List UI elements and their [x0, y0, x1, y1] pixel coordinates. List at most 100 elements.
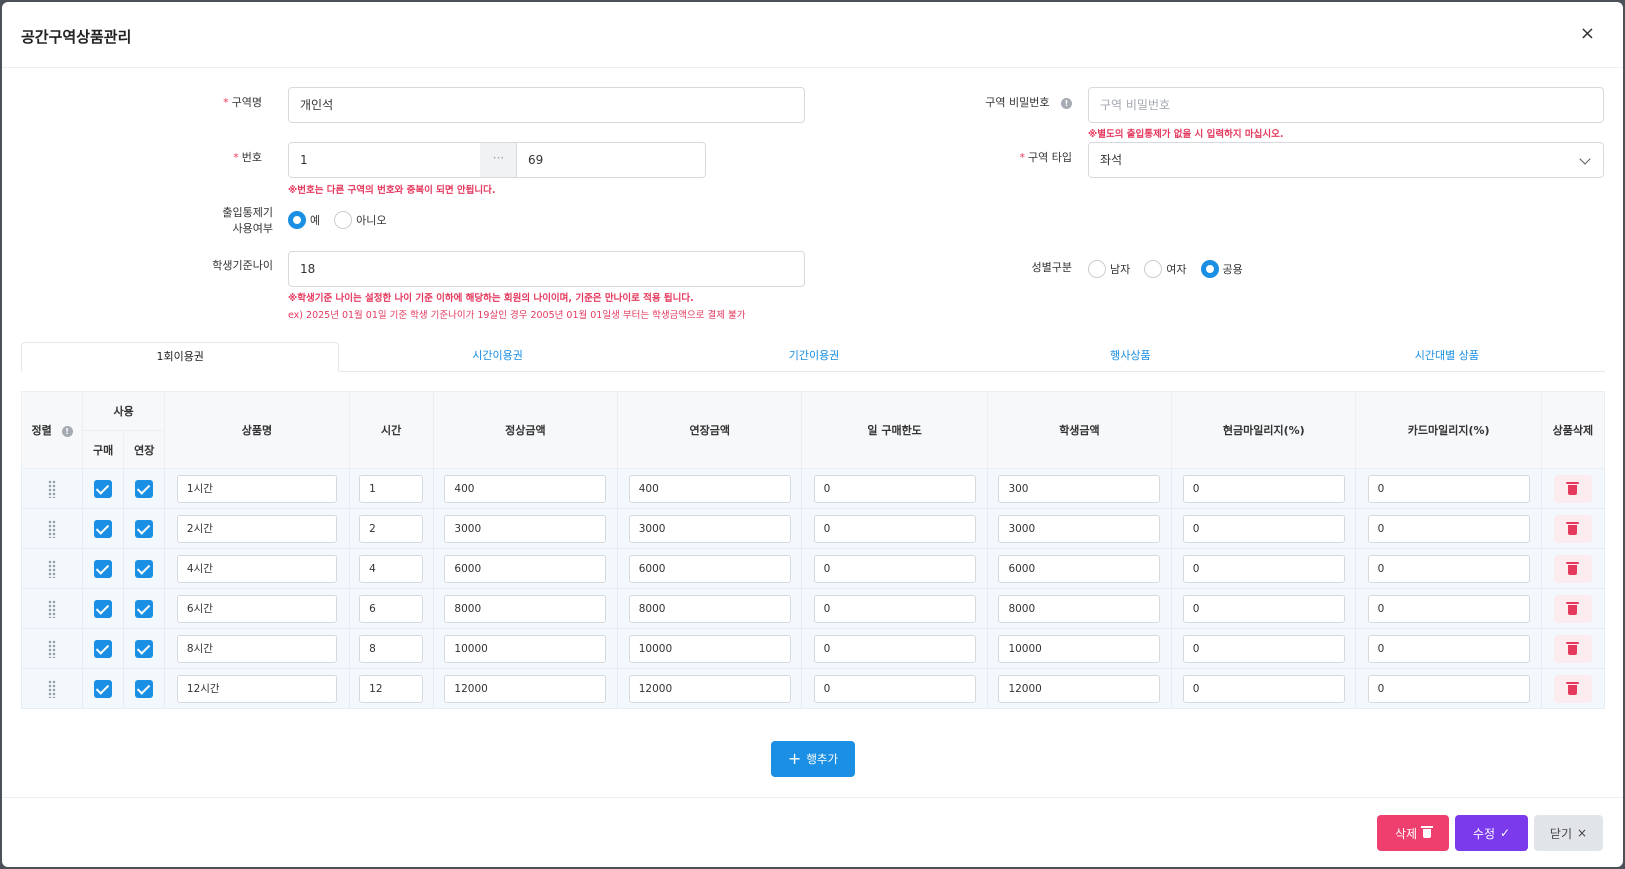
time-input[interactable]: 6	[359, 594, 424, 623]
daily-limit-input[interactable]: 0	[813, 634, 976, 663]
drag-handle-icon[interactable]	[48, 680, 57, 699]
card-mileage-input[interactable]: 0	[1367, 634, 1530, 663]
drag-handle-icon[interactable]	[48, 480, 57, 499]
time-input[interactable]: 4	[359, 554, 424, 583]
extend-price-input[interactable]: 12000	[628, 674, 791, 703]
card-mileage-input[interactable]: 0	[1367, 474, 1530, 503]
extend-checkbox[interactable]	[135, 560, 154, 579]
cash-mileage-input[interactable]: 0	[1182, 594, 1345, 623]
buy-checkbox[interactable]	[94, 520, 113, 539]
price-input[interactable]: 6000	[444, 554, 607, 583]
tab-event-product[interactable]: 행사상품	[972, 342, 1288, 371]
student-price-input[interactable]: 3000	[998, 514, 1161, 543]
zone-name-input[interactable]: 개인석	[288, 87, 805, 123]
extend-checkbox[interactable]	[135, 480, 154, 499]
price-input[interactable]: 8000	[444, 594, 607, 623]
card-mileage-input[interactable]: 0	[1367, 514, 1530, 543]
row-delete-button[interactable]	[1553, 554, 1592, 583]
price-input[interactable]: 12000	[444, 674, 607, 703]
name-input[interactable]: 8시간	[176, 634, 337, 663]
buy-checkbox[interactable]	[94, 560, 113, 579]
number-to-input[interactable]: 69	[516, 142, 706, 178]
daily-limit-input[interactable]: 0	[813, 474, 976, 503]
name-input[interactable]: 1시간	[176, 474, 337, 503]
cash-mileage-cell: 0	[1171, 668, 1357, 709]
number-from-input[interactable]: 1	[288, 142, 481, 178]
drag-handle-icon[interactable]	[48, 640, 57, 659]
daily-limit-input[interactable]: 0	[813, 514, 976, 543]
time-input[interactable]: 12	[359, 674, 424, 703]
extend-checkbox[interactable]	[135, 600, 154, 619]
price-input[interactable]: 400	[444, 474, 607, 503]
extend-price-input[interactable]: 10000	[628, 634, 791, 663]
gender-male-radio[interactable]	[1088, 260, 1106, 278]
name-cell: 12시간	[164, 668, 350, 709]
price-input[interactable]: 10000	[444, 634, 607, 663]
drag-handle-icon[interactable]	[48, 600, 57, 619]
extend-price-input[interactable]: 8000	[628, 594, 791, 623]
row-delete-button[interactable]	[1553, 674, 1592, 703]
cash-mileage-input[interactable]: 0	[1182, 634, 1345, 663]
tab-period-use[interactable]: 기간이용권	[656, 342, 972, 371]
buy-checkbox[interactable]	[94, 480, 113, 499]
student-price-input[interactable]: 300	[998, 474, 1161, 503]
row-delete-button[interactable]	[1553, 474, 1592, 503]
buy-checkbox[interactable]	[94, 600, 113, 619]
extend-price-input[interactable]: 6000	[628, 554, 791, 583]
daily-limit-input[interactable]: 0	[813, 594, 976, 623]
time-cell: 12	[348, 668, 434, 709]
buy-checkbox[interactable]	[94, 680, 113, 699]
zone-password-input[interactable]: 구역 비밀번호	[1088, 87, 1604, 123]
edit-button[interactable]: 수정 ✓	[1455, 815, 1528, 851]
card-mileage-input[interactable]: 0	[1367, 554, 1530, 583]
student-age-hint: ※학생기준 나이는 설정한 나이 기준 이하에 해당하는 회원의 나이이며, 기…	[288, 293, 694, 304]
cash-mileage-input[interactable]: 0	[1182, 554, 1345, 583]
row-delete-button[interactable]	[1553, 594, 1592, 623]
card-mileage-input[interactable]: 0	[1367, 674, 1530, 703]
card-mileage-input[interactable]: 0	[1367, 594, 1530, 623]
extend-checkbox[interactable]	[135, 680, 154, 699]
student-price-input[interactable]: 12000	[998, 674, 1161, 703]
tab-single-use[interactable]: 1회이용권	[21, 342, 340, 372]
close-button[interactable]: 닫기 ×	[1534, 815, 1603, 851]
extend-checkbox[interactable]	[135, 520, 154, 539]
drag-handle-icon[interactable]	[48, 520, 57, 539]
row-delete-button[interactable]	[1553, 634, 1592, 663]
gender-female-radio[interactable]	[1144, 260, 1163, 278]
student-price-input[interactable]: 6000	[998, 554, 1161, 583]
extend-price-input[interactable]: 3000	[628, 514, 791, 543]
student-price-input[interactable]: 10000	[998, 634, 1161, 663]
cash-mileage-input[interactable]: 0	[1182, 474, 1345, 503]
daily-limit-input[interactable]: 0	[813, 674, 976, 703]
name-input[interactable]: 2시간	[176, 514, 337, 543]
trash-icon	[1421, 825, 1434, 838]
price-input[interactable]: 3000	[444, 514, 607, 543]
extend-checkbox[interactable]	[135, 640, 154, 659]
gender-common-radio[interactable]	[1200, 260, 1219, 278]
drag-handle-icon[interactable]	[48, 560, 57, 579]
student-age-input[interactable]: 18	[288, 251, 805, 287]
cash-mileage-input[interactable]: 0	[1182, 514, 1345, 543]
tab-time-slot-product[interactable]: 시간대별 상품	[1289, 342, 1605, 371]
access-control-no-radio[interactable]	[334, 211, 353, 229]
zone-type-select[interactable]: 좌석	[1088, 142, 1604, 178]
access-control-yes-radio[interactable]	[288, 211, 306, 229]
extend-price-input[interactable]: 400	[628, 474, 791, 503]
buy-checkbox[interactable]	[94, 640, 113, 659]
student-price-input[interactable]: 8000	[998, 594, 1161, 623]
time-input[interactable]: 2	[359, 514, 424, 543]
name-input[interactable]: 4시간	[176, 554, 337, 583]
zone-name-label: * 구역명	[223, 96, 262, 109]
daily-limit-input[interactable]: 0	[813, 554, 976, 583]
gender-label: 성별구분	[1031, 261, 1072, 274]
row-delete-button[interactable]	[1553, 514, 1592, 543]
delete-button[interactable]: 삭제	[1377, 815, 1449, 851]
name-input[interactable]: 6시간	[176, 594, 337, 623]
time-input[interactable]: 1	[359, 474, 424, 503]
tab-time-use[interactable]: 시간이용권	[339, 342, 655, 371]
close-icon[interactable]: ×	[1580, 25, 1595, 43]
time-input[interactable]: 8	[359, 634, 424, 663]
add-row-button[interactable]: + 행추가	[771, 741, 855, 777]
name-input[interactable]: 12시간	[176, 674, 337, 703]
cash-mileage-input[interactable]: 0	[1182, 674, 1345, 703]
